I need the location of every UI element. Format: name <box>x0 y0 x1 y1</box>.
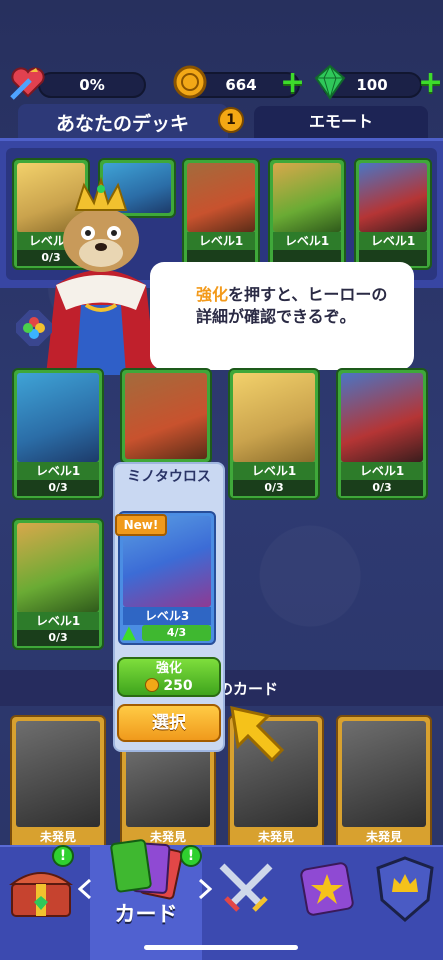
upgrade-label: 強化 <box>155 661 182 676</box>
progress-pill: 0% <box>38 72 146 98</box>
home-indicator <box>144 945 298 950</box>
chest-alert-badge: ! <box>52 845 74 867</box>
card-level: レベル1 <box>273 232 341 250</box>
nav-cards-label: カード <box>114 902 178 926</box>
card-level: レベル1 <box>187 232 255 250</box>
coin-icon <box>145 678 160 692</box>
deck-card[interactable]: レベル1 <box>354 158 432 270</box>
crossed-swords-icon[interactable] <box>214 858 278 922</box>
undiscovered-card[interactable]: 未発見 <box>10 715 106 851</box>
card-art <box>359 163 427 232</box>
add-coins-button[interactable]: + <box>280 68 305 98</box>
popup-title: ミノタウロス <box>127 469 211 485</box>
card-level: レベル1 <box>17 612 99 630</box>
card-art <box>16 721 100 827</box>
card-level: レベル1 <box>17 462 99 480</box>
chevron-left-icon[interactable] <box>78 878 92 900</box>
card-count: 0/3 <box>341 480 423 496</box>
card-art <box>17 373 99 462</box>
quest-book-icon[interactable] <box>296 858 358 920</box>
tab-emote-label: エモート <box>308 112 373 131</box>
card-art <box>273 163 341 232</box>
gem-value: 100 <box>356 76 388 94</box>
tab-deck-label: あなたのデッキ <box>56 113 190 135</box>
undiscovered-card[interactable]: 未発見 <box>336 715 432 851</box>
collection-card[interactable]: レベル1 0/3 <box>12 518 104 650</box>
top-bar: 0% 664 + 100 + <box>0 62 443 106</box>
card-level: レベル1 <box>341 462 423 480</box>
king-character-icon <box>46 176 156 375</box>
card-count: 4/3 <box>142 625 211 641</box>
tooltip-highlight: 強化 <box>196 285 229 304</box>
card-art <box>126 746 210 827</box>
chevron-right-icon[interactable] <box>198 878 212 900</box>
upgrade-cost: 250 <box>119 677 219 695</box>
card-name: 未発見 <box>39 830 76 844</box>
progress-value: 0% <box>79 76 105 94</box>
card-count: 0/3 <box>233 480 315 496</box>
upgrade-arrow-icon: ▲ <box>122 622 136 643</box>
treasure-chest-icon[interactable] <box>8 862 74 920</box>
new-badge: New! <box>115 514 167 536</box>
card-art <box>17 523 99 612</box>
card-art <box>341 373 423 462</box>
add-gems-button[interactable]: + <box>418 68 443 98</box>
section-label: のカード <box>218 680 279 698</box>
pointer-arrow-icon <box>230 706 285 763</box>
flower-icon[interactable] <box>16 310 52 346</box>
undiscovered-card[interactable]: 未発見 <box>120 740 216 851</box>
select-button[interactable]: 選択 <box>117 704 221 742</box>
tab-emote[interactable]: エモート <box>254 106 428 138</box>
card-art <box>187 163 255 232</box>
tab-deck[interactable]: あなたのデッキ <box>18 104 228 138</box>
card-art <box>233 373 315 462</box>
card-count: 0/3 <box>17 480 99 496</box>
card-count: 0/3 <box>17 630 99 646</box>
coin-value: 664 <box>225 76 257 94</box>
collection-card[interactable]: レベル1 0/3 <box>12 368 104 500</box>
coin-icon <box>173 65 207 99</box>
cards-alert-badge: ! <box>180 845 202 867</box>
heart-sword-icon <box>10 67 45 100</box>
collection-card[interactable]: レベル1 0/3 <box>336 368 428 500</box>
gem-icon <box>314 64 346 100</box>
collection-card[interactable]: レベル1 0/3 <box>228 368 320 500</box>
deck-card[interactable]: レベル1 <box>182 158 260 270</box>
card-level: レベル3 <box>123 607 211 625</box>
card-art <box>125 373 207 459</box>
deck-badge: 1 <box>218 107 244 133</box>
card-level: レベル1 <box>359 232 427 250</box>
card-name: 未発見 <box>257 830 294 844</box>
cards-stack-icon <box>110 839 183 900</box>
card-name: 未発見 <box>365 830 402 844</box>
deck-card[interactable]: レベル1 <box>268 158 346 270</box>
card-art <box>342 721 426 827</box>
collection-card[interactable] <box>120 368 212 464</box>
tutorial-tooltip: 強化を押すと、ヒーローの詳細が確認できるぞ。 <box>150 262 414 370</box>
card-level: レベル1 <box>233 462 315 480</box>
upgrade-button[interactable]: 強化 250 <box>117 657 221 697</box>
shield-crown-icon[interactable] <box>374 854 436 924</box>
deck-tabs: あなたのデッキ 1 エモート <box>18 104 428 138</box>
